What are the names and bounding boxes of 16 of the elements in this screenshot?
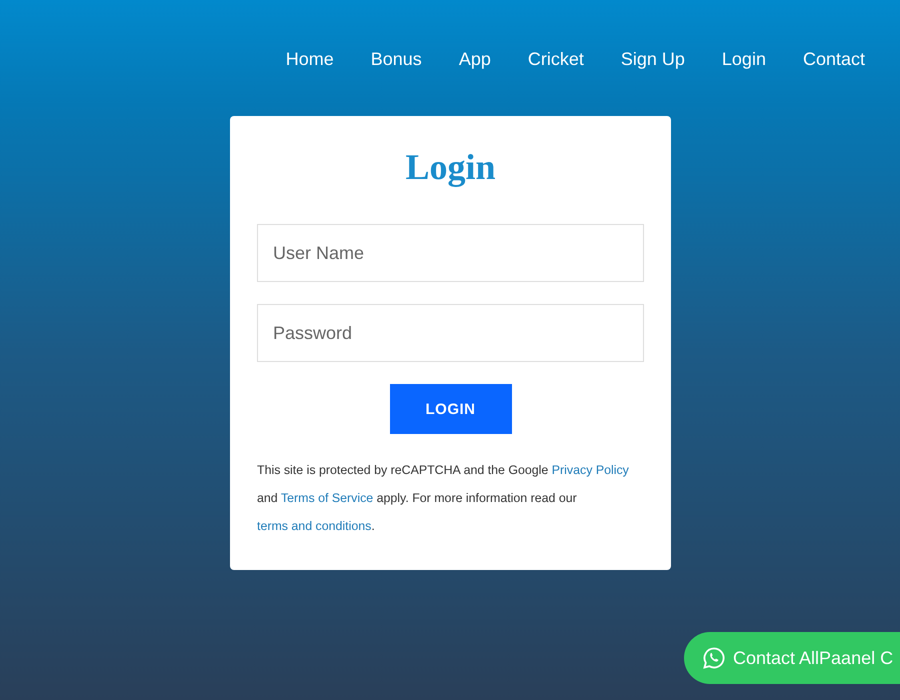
whatsapp-icon (702, 646, 726, 670)
nav-link[interactable]: Cricket (528, 48, 584, 116)
notice-link[interactable]: terms and conditions (257, 519, 372, 533)
nav-link[interactable]: Bonus (370, 48, 422, 116)
nav-link[interactable]: Home (286, 48, 334, 116)
login-button[interactable]: LOGIN (390, 384, 512, 434)
notice-link[interactable]: Terms of Service (280, 491, 374, 505)
nav-link[interactable]: App (458, 48, 491, 116)
recaptcha-notice: This site is protected by reCAPTCHA and the Google Privacy Policy and Terms of Service apply. For more information read our terms and conditions. (257, 462, 630, 535)
password-field[interactable]: Password (257, 304, 644, 362)
login-title: Login (404, 146, 497, 189)
notice-link[interactable]: Privacy Policy (552, 463, 629, 477)
nav-link[interactable]: Sign Up (620, 48, 685, 116)
username-field[interactable]: User Name (257, 224, 644, 282)
nav-link[interactable]: Contact (802, 48, 865, 116)
nav-link[interactable]: Login (722, 48, 766, 116)
